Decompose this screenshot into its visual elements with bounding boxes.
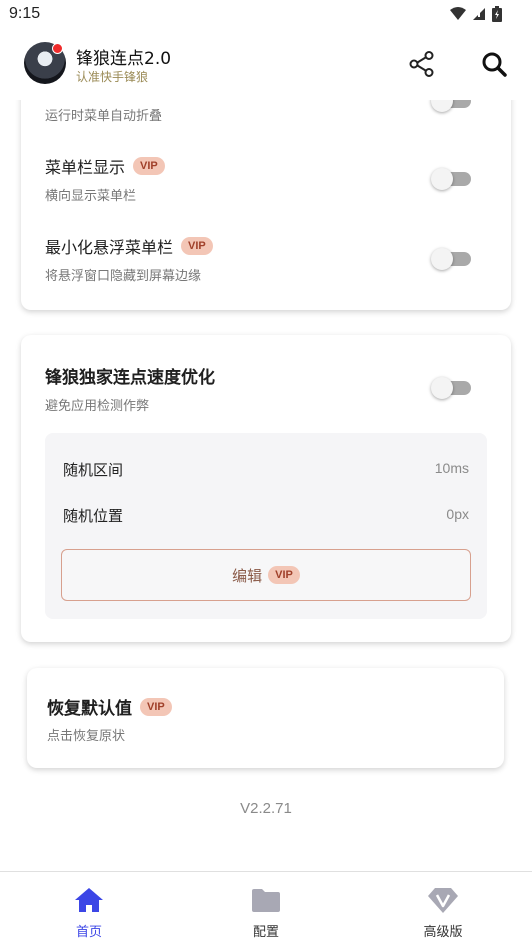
nav-item-home[interactable]: 首页 <box>29 872 149 946</box>
edit-button[interactable]: 编辑 VIP <box>61 549 471 601</box>
reset-title-text: 恢复默认值 <box>47 699 132 719</box>
menu-bar-toggle[interactable] <box>431 166 471 190</box>
app-version: V2.2.71 <box>240 800 292 817</box>
setting-title-text: 最小化悬浮菜单栏 <box>45 238 174 257</box>
app-title: 锋狼连点2.0 <box>76 49 172 69</box>
status-time: 9:15 <box>9 5 41 22</box>
wifi-icon <box>450 7 466 20</box>
home-icon <box>75 888 103 912</box>
minimize-float-toggle[interactable] <box>431 246 471 270</box>
reset-title: 恢复默认值 VIP <box>47 694 172 719</box>
app-bar: 锋狼连点2.0 认准快手锋狼 <box>0 30 532 100</box>
app-subtitle: 认准快手锋狼 <box>76 70 149 84</box>
nav-label: 首页 <box>75 925 102 940</box>
vip-badge: VIP <box>133 157 165 175</box>
nav-item-config[interactable]: 配置 <box>206 872 326 946</box>
search-icon <box>482 52 507 77</box>
signal-icon <box>473 8 485 20</box>
setting-title: 菜单栏显示 VIP <box>45 154 165 178</box>
status-icons <box>450 6 502 22</box>
setting-description: 运行时菜单自动折叠 <box>45 109 163 124</box>
random-interval-value: 10ms <box>434 460 469 476</box>
nav-label: 高级版 <box>423 925 463 940</box>
setting-description: 将悬浮窗口隐藏到屏幕边缘 <box>45 269 202 284</box>
speed-settings-panel: 随机区间 10ms 随机位置 0px 编辑 VIP <box>45 433 487 619</box>
random-position-value: 0px <box>446 506 469 522</box>
speed-description: 避免应用检测作弊 <box>45 399 150 414</box>
speed-optimization-toggle[interactable] <box>431 375 471 399</box>
setting-row-menu-bar: 菜单栏显示 VIP 横向显示菜单栏 <box>21 150 511 210</box>
nav-item-premium[interactable]: 高级版 <box>383 872 503 946</box>
setting-row-minimize-float: 最小化悬浮菜单栏 VIP 将悬浮窗口隐藏到屏幕边缘 <box>21 230 511 290</box>
diamond-icon <box>428 888 458 913</box>
vip-badge: VIP <box>268 566 300 584</box>
random-interval-label: 随机区间 <box>63 461 124 479</box>
battery-icon <box>492 6 502 22</box>
edit-button-label: 编辑 <box>232 566 263 585</box>
menu-settings-card: 运行时菜单自动折叠 菜单栏显示 VIP 横向显示菜单栏 最小化悬浮菜单栏 VIP… <box>21 70 511 310</box>
setting-title-text: 菜单栏显示 <box>45 158 126 177</box>
search-button[interactable] <box>478 48 510 80</box>
bottom-nav: 首页 配置 高级版 <box>0 871 532 946</box>
folder-icon <box>252 889 280 912</box>
setting-title: 最小化悬浮菜单栏 VIP <box>45 234 213 258</box>
speed-title: 锋狼独家连点速度优化 <box>45 368 215 388</box>
setting-description: 横向显示菜单栏 <box>45 189 137 204</box>
random-position-label: 随机位置 <box>63 507 124 525</box>
share-button[interactable] <box>406 48 438 80</box>
notification-dot <box>52 43 63 54</box>
nav-label: 配置 <box>252 925 279 940</box>
speed-optimization-card: 锋狼独家连点速度优化 避免应用检测作弊 随机区间 10ms 随机位置 0px 编… <box>21 335 511 642</box>
vip-badge: VIP <box>181 237 213 255</box>
share-icon <box>409 51 434 77</box>
vip-badge: VIP <box>140 697 172 716</box>
reset-description: 点击恢复原状 <box>47 729 126 744</box>
status-bar: 9:15 <box>0 0 532 30</box>
reset-defaults-card[interactable]: 恢复默认值 VIP 点击恢复原状 <box>27 668 504 768</box>
